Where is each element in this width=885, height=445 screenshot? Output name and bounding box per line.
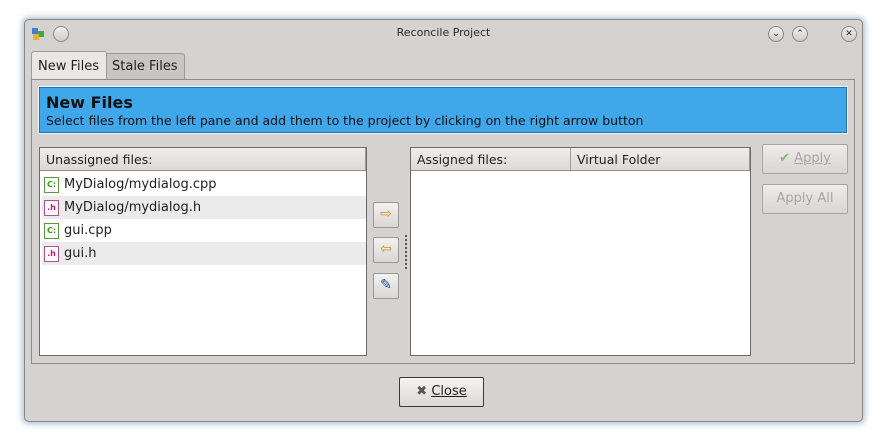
apply-all-button[interactable]: Apply All (762, 184, 848, 214)
cpp-file-icon: C: (44, 223, 59, 239)
header-file-icon: .h (44, 246, 59, 262)
new-files-panel: New Files Select files from the left pan… (31, 79, 855, 364)
remove-file-button[interactable]: ⇦ (373, 237, 399, 263)
window-title: Reconcile Project (396, 26, 491, 39)
banner-description: Select files from the left pane and add … (46, 113, 644, 128)
file-name: gui.cpp (64, 223, 112, 238)
banner-title: New Files (46, 93, 133, 112)
auto-assign-wand-button[interactable]: ✎ (373, 273, 399, 299)
close-label: Close (431, 384, 467, 399)
tab-new-files[interactable]: New Files (31, 51, 107, 79)
list-item[interactable]: .h gui.h (42, 242, 366, 265)
file-name: MyDialog/mydialog.cpp (64, 177, 217, 192)
minimize-button[interactable]: ⌄ (768, 26, 784, 42)
maximize-button[interactable]: ⌃ (792, 26, 808, 42)
apply-label: Apply (794, 151, 831, 166)
tab-stale-files[interactable]: Stale Files (105, 53, 185, 79)
checkmark-icon: ✔ (779, 151, 791, 166)
add-file-button[interactable]: ⇨ (373, 202, 399, 228)
info-banner: New Files Select files from the left pan… (38, 86, 848, 134)
list-item[interactable]: .h MyDialog/mydialog.h (42, 196, 366, 219)
list-item[interactable]: C: MyDialog/mydialog.cpp (42, 173, 366, 196)
header-file-icon: .h (44, 200, 59, 216)
title-bar[interactable]: Reconcile Project ⌄ ⌃ ✕ (25, 20, 862, 46)
unassigned-files-list[interactable]: Unassigned files: C: MyDialog/mydialog.c… (39, 147, 367, 356)
apply-button[interactable]: ✔ Apply (762, 144, 848, 174)
close-window-button[interactable]: ✕ (841, 26, 857, 42)
close-icon: ✖ (416, 384, 428, 399)
cpp-file-icon: C: (44, 177, 59, 193)
assigned-files-list[interactable]: Assigned files: Virtual Folder (410, 147, 751, 356)
close-button[interactable]: ✖ Close (399, 377, 484, 407)
list-item[interactable]: C: gui.cpp (42, 219, 366, 242)
reconcile-project-dialog: Reconcile Project ⌄ ⌃ ✕ New Files Stale … (24, 19, 863, 422)
file-name: gui.h (64, 246, 97, 261)
virtual-folder-column-header[interactable]: Virtual Folder (571, 148, 750, 171)
file-name: MyDialog/mydialog.h (64, 200, 202, 215)
assigned-files-column-header[interactable]: Assigned files: (411, 148, 571, 171)
unassigned-files-column-header[interactable]: Unassigned files: (40, 148, 366, 171)
